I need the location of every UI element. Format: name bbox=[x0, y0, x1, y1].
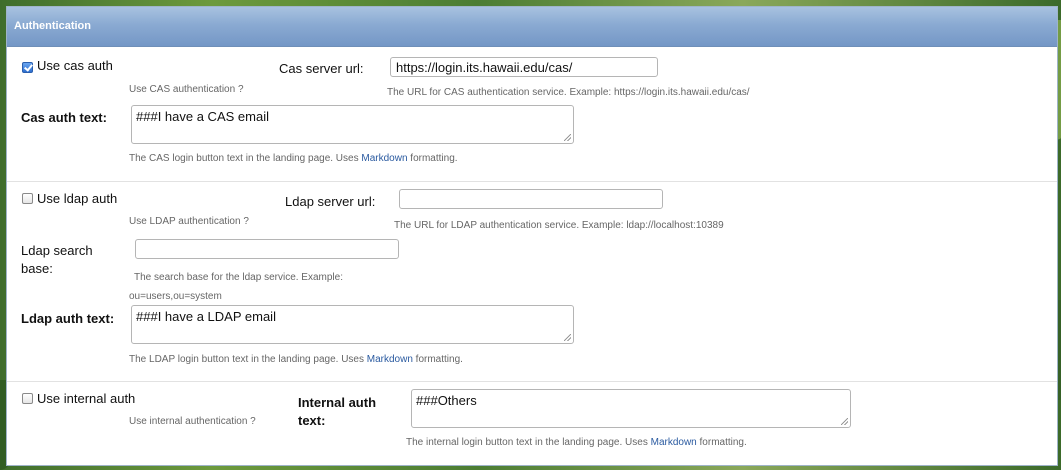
internal-auth-text-label: Internal auth text: bbox=[298, 394, 376, 430]
help-text: formatting. bbox=[696, 437, 747, 448]
cas-auth-text-label: Cas auth text: bbox=[21, 110, 107, 125]
label-line: Ldap search bbox=[21, 243, 93, 258]
ldap-auth-text-input[interactable]: ###I have a LDAP email bbox=[131, 305, 574, 344]
panel-title: Authentication bbox=[7, 7, 1057, 47]
help-text: The internal login button text in the la… bbox=[406, 437, 651, 448]
resize-grip-icon[interactable] bbox=[564, 134, 571, 141]
cas-auth-text-value: ###I have a CAS email bbox=[136, 109, 269, 124]
label-line: Internal auth bbox=[298, 395, 377, 410]
help-text: formatting. bbox=[407, 153, 458, 164]
cas-server-url-input[interactable]: https://login.its.hawaii.edu/cas/ bbox=[390, 57, 658, 77]
internal-auth-text-help: The internal login button text in the la… bbox=[406, 437, 747, 448]
ldap-search-base-label: Ldap search base: bbox=[21, 242, 93, 278]
help-text: The LDAP login button text in the landin… bbox=[129, 354, 367, 365]
ldap-auth-checkbox[interactable] bbox=[22, 193, 33, 204]
ldap-server-url-help: The URL for LDAP authentication service.… bbox=[394, 220, 724, 231]
cas-auth-help: Use CAS authentication ? bbox=[129, 84, 244, 95]
section-divider bbox=[7, 381, 1057, 382]
internal-auth-text-value: ###Others bbox=[416, 393, 477, 408]
ldap-auth-text-value: ###I have a LDAP email bbox=[136, 309, 276, 324]
ldap-server-url-input[interactable] bbox=[399, 189, 663, 209]
label-line: text: bbox=[298, 413, 326, 428]
authentication-panel: Authentication Use cas auth Use CAS auth… bbox=[6, 6, 1058, 466]
resize-grip-icon[interactable] bbox=[841, 418, 848, 425]
resize-grip-icon[interactable] bbox=[564, 334, 571, 341]
cas-auth-checkbox-label: Use cas auth bbox=[37, 58, 113, 73]
ldap-auth-text-label: Ldap auth text: bbox=[21, 311, 115, 326]
help-text: The CAS login button text in the landing… bbox=[129, 153, 362, 164]
internal-auth-checkbox-label: Use internal auth bbox=[37, 391, 136, 406]
markdown-link[interactable]: Markdown bbox=[361, 153, 407, 164]
help-text: formatting. bbox=[412, 354, 463, 365]
ldap-auth-help: Use LDAP authentication ? bbox=[129, 216, 249, 227]
cas-server-url-label: Cas server url: bbox=[279, 61, 364, 76]
internal-auth-text-input[interactable]: ###Others bbox=[411, 389, 851, 428]
cas-auth-checkbox[interactable] bbox=[22, 62, 33, 73]
internal-auth-checkbox[interactable] bbox=[22, 393, 33, 404]
ldap-search-base-help: The search base for the ldap service. Ex… bbox=[129, 268, 343, 306]
help-line: The search base for the ldap service. Ex… bbox=[134, 272, 343, 283]
label-line: base: bbox=[21, 261, 53, 276]
cas-auth-text-help: The CAS login button text in the landing… bbox=[129, 153, 458, 164]
markdown-link[interactable]: Markdown bbox=[367, 354, 413, 365]
ldap-search-base-input[interactable] bbox=[135, 239, 399, 259]
ldap-auth-checkbox-label: Use ldap auth bbox=[37, 191, 118, 206]
ldap-auth-text-help: The LDAP login button text in the landin… bbox=[129, 354, 463, 365]
internal-auth-help: Use internal authentication ? bbox=[129, 416, 256, 427]
cas-server-url-help: The URL for CAS authentication service. … bbox=[387, 87, 750, 98]
markdown-link[interactable]: Markdown bbox=[651, 437, 697, 448]
section-divider bbox=[7, 181, 1057, 182]
help-line: ou=users,ou=system bbox=[129, 291, 222, 302]
cas-auth-text-input[interactable]: ###I have a CAS email bbox=[131, 105, 574, 144]
ldap-server-url-label: Ldap server url: bbox=[285, 194, 376, 209]
